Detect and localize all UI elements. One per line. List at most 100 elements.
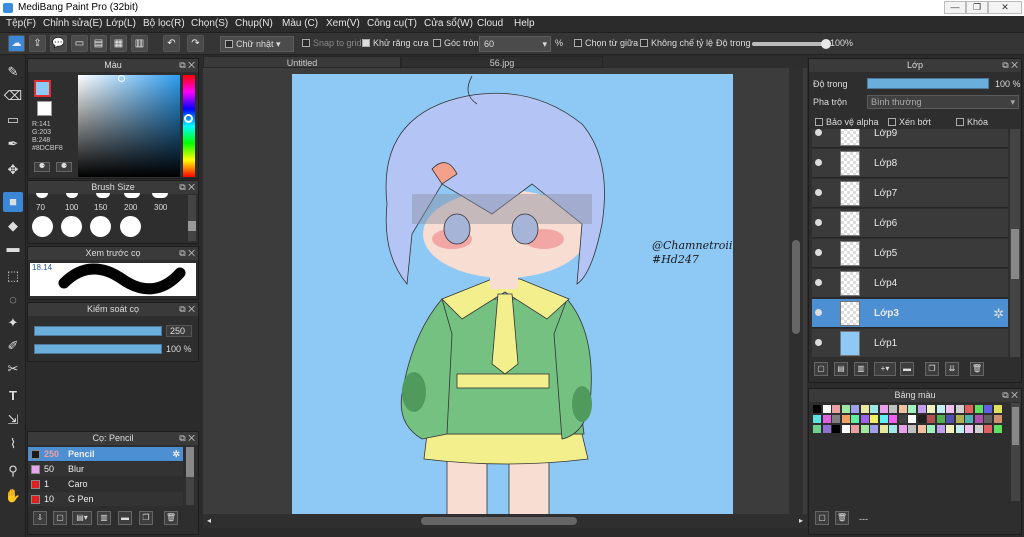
palette-swatch[interactable] — [898, 405, 907, 413]
rect-tool-icon[interactable]: ▭ — [3, 110, 23, 130]
drawing-canvas[interactable]: @Chamnetroiii #Hd247 — [292, 74, 733, 515]
palette-swatch[interactable] — [946, 425, 954, 433]
add-color-icon[interactable]: ▢ — [815, 511, 829, 525]
speech-icon[interactable]: ▭ — [71, 35, 88, 52]
brush-size-scroll-thumb[interactable] — [188, 221, 196, 231]
vertical-scroll-thumb[interactable] — [792, 240, 800, 334]
palette-swatch[interactable] — [927, 405, 935, 413]
merge-down-icon[interactable]: ⇊ — [945, 362, 959, 376]
palette-swatch[interactable] — [965, 405, 973, 413]
palette-swatch[interactable] — [841, 425, 850, 433]
palette-scroll-thumb[interactable] — [1012, 407, 1019, 445]
color-swap-icon[interactable]: ⚈ — [34, 162, 50, 172]
layer-folder-icon[interactable]: ▬ — [900, 362, 914, 376]
fill-rect-tool-icon[interactable]: ■ — [3, 192, 23, 212]
palette-swatch[interactable] — [927, 415, 935, 423]
palette-swatch[interactable] — [917, 425, 926, 433]
palette-swatch[interactable] — [917, 405, 926, 413]
palette-swatch[interactable] — [984, 405, 992, 413]
size-dot[interactable] — [90, 216, 111, 237]
scroll-left-icon[interactable]: ◂ — [207, 516, 211, 525]
palette-swatch[interactable] — [870, 405, 878, 413]
divide-tool-icon[interactable]: ⌇ — [3, 434, 23, 454]
brush-list-scroll-thumb[interactable] — [186, 447, 194, 477]
color-add-icon[interactable]: ⚈ — [56, 162, 72, 172]
palette-swatch[interactable] — [984, 415, 992, 423]
page-icon[interactable]: ▤ — [90, 35, 107, 52]
menu-tools[interactable]: Công cụ(T) — [367, 18, 417, 29]
palette-swatch[interactable] — [889, 415, 897, 423]
folder-icon[interactable]: ▬ — [118, 511, 132, 525]
gradient-tool-icon[interactable]: ▬ — [3, 238, 23, 258]
antialias-checkbox[interactable]: Khử răng cưa — [362, 38, 429, 48]
palette-swatch[interactable] — [860, 415, 869, 423]
panels-icon[interactable]: ▥ — [131, 35, 148, 52]
brush-item-pencil[interactable]: 250 Pencil ✲ — [28, 447, 183, 461]
palette-swatch[interactable] — [813, 425, 821, 433]
redo-icon[interactable]: ↷ — [187, 35, 204, 52]
palette-swatch[interactable] — [936, 425, 945, 433]
magic-wand-icon[interactable]: ✦ — [3, 313, 23, 333]
palette-swatch[interactable] — [974, 425, 983, 433]
eye-icon[interactable] — [815, 279, 822, 286]
add-layer-menu-icon[interactable]: +▾ — [874, 362, 896, 376]
select-eraser-icon[interactable]: ✂ — [3, 359, 23, 379]
eye-icon[interactable] — [815, 249, 822, 256]
eraser-tool-icon[interactable]: ⌫ — [3, 86, 23, 106]
menu-layer[interactable]: Lớp(L) — [106, 18, 136, 29]
no-ratio-checkbox[interactable]: Không chế tỷ lệ — [640, 38, 713, 48]
layer-list-scroll-thumb[interactable] — [1011, 229, 1019, 279]
round-corner-checkbox[interactable]: Góc tròn — [433, 38, 479, 48]
palette-swatch[interactable] — [870, 415, 878, 423]
brush-item-caro[interactable]: 1 Caro — [28, 477, 183, 491]
palette-swatch[interactable] — [993, 425, 1002, 433]
snap-checkbox[interactable]: Snap to grid — [302, 38, 362, 48]
brush-settings-icon[interactable]: ▥ — [97, 511, 111, 525]
delete-color-icon[interactable]: 🗑 — [835, 511, 849, 525]
palette-swatch[interactable] — [955, 405, 964, 413]
palette-swatch[interactable] — [917, 415, 926, 423]
brush-size-slider[interactable] — [34, 326, 162, 336]
eye-icon[interactable] — [815, 159, 822, 166]
round-value-field[interactable]: 60 ▾ — [479, 36, 551, 52]
menu-edit[interactable]: Chỉnh sửa(E) — [43, 18, 103, 29]
palette-swatch[interactable] — [965, 425, 973, 433]
tab-untitled[interactable]: Untitled — [203, 56, 401, 68]
palette-swatch[interactable] — [927, 425, 935, 433]
brush-size-value[interactable]: 250 — [166, 325, 192, 337]
protect-alpha-checkbox[interactable]: Bảo vệ alpha — [815, 117, 879, 127]
palette-swatch[interactable] — [955, 425, 964, 433]
eye-icon[interactable] — [815, 339, 822, 346]
menu-window[interactable]: Cửa sổ(W) — [424, 18, 473, 29]
palette-swatch-grid[interactable] — [813, 405, 1013, 437]
palette-swatch[interactable] — [822, 415, 831, 423]
select-pen-icon[interactable]: ✐ — [3, 336, 23, 356]
horizontal-scroll-thumb[interactable] — [421, 517, 577, 525]
scroll-right-icon[interactable]: ▸ — [799, 516, 803, 525]
eye-icon[interactable] — [815, 189, 822, 196]
palette-swatch[interactable] — [832, 425, 840, 433]
layer-list-scrollbar[interactable] — [1010, 129, 1020, 357]
gear-icon[interactable]: ✲ — [993, 306, 1004, 322]
size-dot[interactable] — [66, 193, 78, 198]
palette-swatch[interactable] — [860, 425, 869, 433]
shape-select[interactable]: Chữ nhật ▾ — [220, 36, 294, 52]
lock-checkbox[interactable]: Khóa — [956, 117, 988, 127]
select-tool-icon[interactable]: ⬚ — [3, 266, 23, 286]
pen-tool-icon[interactable]: ✒ — [3, 134, 23, 154]
palette-swatch[interactable] — [898, 425, 907, 433]
panel-controls-icon[interactable]: ⧉ ✕ — [1002, 59, 1018, 72]
brush-opacity-slider[interactable] — [34, 344, 162, 354]
new-layer-icon[interactable]: ▢ — [814, 362, 828, 376]
grid-icon[interactable]: ▦ — [110, 35, 127, 52]
brush-item-blur[interactable]: 50 Blur — [28, 462, 183, 476]
from-center-checkbox[interactable]: Chọn từ giữa — [574, 38, 638, 48]
hand-tool-icon[interactable]: ✋ — [3, 486, 23, 506]
panel-controls-icon[interactable]: ⧉ ✕ — [179, 303, 195, 316]
menu-capture[interactable]: Chụp(N) — [235, 18, 273, 29]
size-dot[interactable] — [152, 193, 168, 198]
palette-swatch[interactable] — [822, 425, 831, 433]
layer-opacity-slider[interactable] — [867, 78, 989, 89]
trash-icon[interactable]: 🗑 — [164, 511, 178, 525]
palette-swatch[interactable] — [946, 415, 954, 423]
